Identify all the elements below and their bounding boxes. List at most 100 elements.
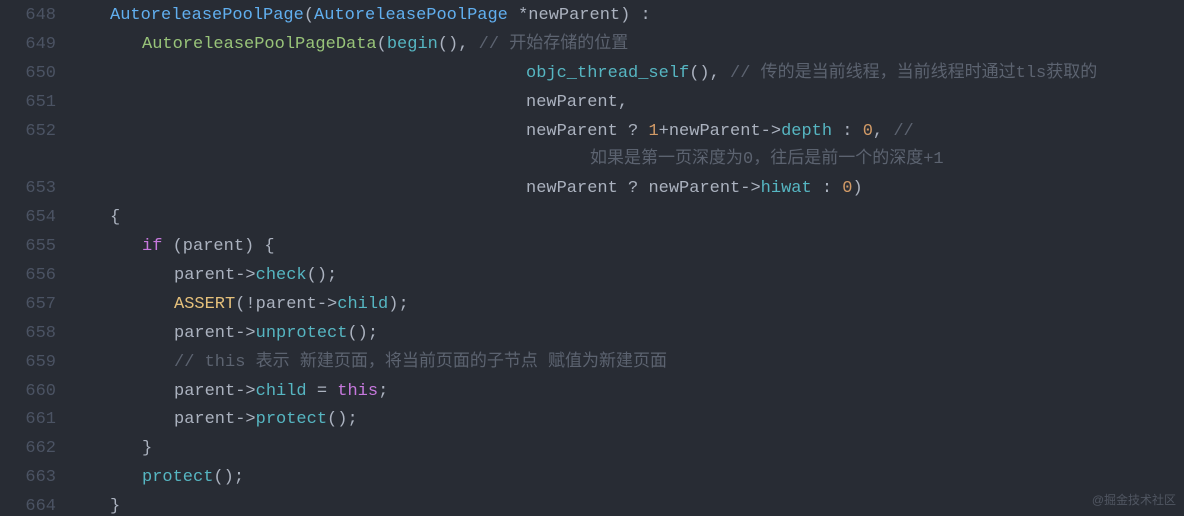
code-line[interactable]: 664}: [0, 493, 1184, 516]
token-op: +: [659, 122, 669, 141]
token-punc: ): [853, 179, 863, 198]
token-comment: // 传的是当前线程，当前线程时通过tls获取的: [730, 64, 1097, 83]
token-name: :: [812, 179, 843, 198]
line-number: 652: [0, 118, 78, 147]
token-name: parent: [174, 410, 235, 429]
code-line[interactable]: 658 parent->unprotect();: [0, 320, 1184, 349]
line-number: 650: [0, 60, 78, 89]
token-call: depth: [781, 122, 832, 141]
code-content: }: [78, 493, 1184, 516]
line-number: 661: [0, 406, 78, 435]
token-punc: ();: [347, 324, 378, 343]
code-content: AutoreleasePoolPageData(begin(), // 开始存储…: [78, 31, 1184, 60]
token-name: parent: [256, 295, 317, 314]
code-line[interactable]: 660parent->child = this;: [0, 378, 1184, 407]
line-number: 659: [0, 349, 78, 378]
line-number: 654: [0, 204, 78, 233]
token-call: child: [256, 382, 307, 401]
token-op: ->: [317, 295, 337, 314]
code-content: newParent ? newParent->hiwat : 0): [78, 175, 1184, 204]
token-call: begin: [387, 35, 438, 54]
code-line[interactable]: 663protect();: [0, 464, 1184, 493]
token-call: protect: [256, 410, 327, 429]
code-line[interactable]: 657ASSERT(!parent->child);: [0, 291, 1184, 320]
code-line[interactable]: 661parent->protect();: [0, 406, 1184, 435]
code-content: newParent,: [78, 89, 1184, 118]
token-punc: (: [235, 295, 245, 314]
code-line[interactable]: 650objc_thread_self(), // 传的是当前线程，当前线程时通…: [0, 60, 1184, 89]
code-line[interactable]: 653newParent ? newParent->hiwat : 0): [0, 175, 1184, 204]
token-punc: ();: [327, 410, 358, 429]
code-line[interactable]: 659// this 表示 新建页面，将当前页面的子节点 赋值为新建页面: [0, 349, 1184, 378]
code-content: AutoreleasePoolPage(AutoreleasePoolPage …: [78, 2, 1184, 31]
token-type: AutoreleasePoolPage: [110, 6, 304, 25]
token-name: newParent: [526, 93, 618, 112]
token-key: this: [337, 382, 378, 401]
token-punc: ();: [307, 266, 338, 285]
code-line[interactable]: 662}: [0, 435, 1184, 464]
code-line[interactable]: 651newParent,: [0, 89, 1184, 118]
token-comment: //: [893, 122, 913, 141]
watermark: @掘金技术社区: [1092, 490, 1176, 510]
code-content: // this 表示 新建页面，将当前页面的子节点 赋值为新建页面: [78, 349, 1184, 378]
line-number: 648: [0, 2, 78, 31]
token-call: protect: [142, 468, 213, 487]
token-punc: (),: [438, 35, 479, 54]
line-number: 649: [0, 31, 78, 60]
token-name: parent: [174, 382, 235, 401]
token-punc: (: [377, 35, 387, 54]
line-number: 653: [0, 175, 78, 204]
code-editor[interactable]: 648AutoreleasePoolPage(AutoreleasePoolPa…: [0, 0, 1184, 516]
token-punc: ();: [213, 468, 244, 487]
code-content: {: [78, 204, 1184, 233]
token-name: newParent: [669, 122, 761, 141]
token-num: 1: [648, 122, 658, 141]
code-line[interactable]: 655if (parent) {: [0, 233, 1184, 262]
token-punc: {: [110, 208, 120, 227]
token-punc: }: [110, 497, 120, 516]
token-punc: }: [142, 439, 152, 458]
code-content: newParent ? 1+newParent->depth : 0, //: [78, 118, 1184, 147]
code-content: parent->child = this;: [78, 378, 1184, 407]
code-content: objc_thread_self(), // 传的是当前线程，当前线程时通过tl…: [78, 60, 1184, 89]
code-line[interactable]: 656parent->check();: [0, 262, 1184, 291]
code-line[interactable]: 652newParent ? 1+newParent->depth : 0, /…: [0, 118, 1184, 147]
token-comment: 如果是第一页深度为0，往后是前一个的深度+1: [590, 150, 944, 169]
code-content: 如果是第一页深度为0，往后是前一个的深度+1: [78, 146, 1184, 175]
code-line[interactable]: 648AutoreleasePoolPage(AutoreleasePoolPa…: [0, 2, 1184, 31]
line-number: 663: [0, 464, 78, 493]
line-number: 655: [0, 233, 78, 262]
line-number: 658: [0, 320, 78, 349]
code-line[interactable]: 如果是第一页深度为0，往后是前一个的深度+1: [0, 146, 1184, 175]
line-number: 657: [0, 291, 78, 320]
token-name: parent: [174, 266, 235, 285]
code-line[interactable]: 654 {: [0, 204, 1184, 233]
token-num: 0: [863, 122, 873, 141]
line-number: 662: [0, 435, 78, 464]
code-content: parent->protect();: [78, 406, 1184, 435]
token-op: !: [245, 295, 255, 314]
token-type: AutoreleasePoolPage: [314, 6, 508, 25]
line-number: 664: [0, 493, 78, 516]
token-op: ->: [761, 122, 781, 141]
token-punc: ,: [618, 93, 628, 112]
token-name: [307, 382, 317, 401]
code-content: }: [78, 435, 1184, 464]
code-line[interactable]: 649AutoreleasePoolPageData(begin(), // 开…: [0, 31, 1184, 60]
code-content: protect();: [78, 464, 1184, 493]
token-name: *newParent: [508, 6, 620, 25]
token-punc: ) :: [620, 6, 651, 25]
token-op: ->: [235, 410, 255, 429]
token-punc: (),: [689, 64, 730, 83]
token-name: :: [832, 122, 863, 141]
token-num: 0: [842, 179, 852, 198]
token-punc: );: [388, 295, 408, 314]
token-name: parent: [174, 324, 235, 343]
token-call: objc_thread_self: [526, 64, 689, 83]
token-call: unprotect: [256, 324, 348, 343]
token-comment: // 开始存储的位置: [479, 35, 629, 54]
token-punc: (: [304, 6, 314, 25]
token-op: ->: [235, 324, 255, 343]
line-number: [0, 146, 78, 175]
token-call: check: [256, 266, 307, 285]
